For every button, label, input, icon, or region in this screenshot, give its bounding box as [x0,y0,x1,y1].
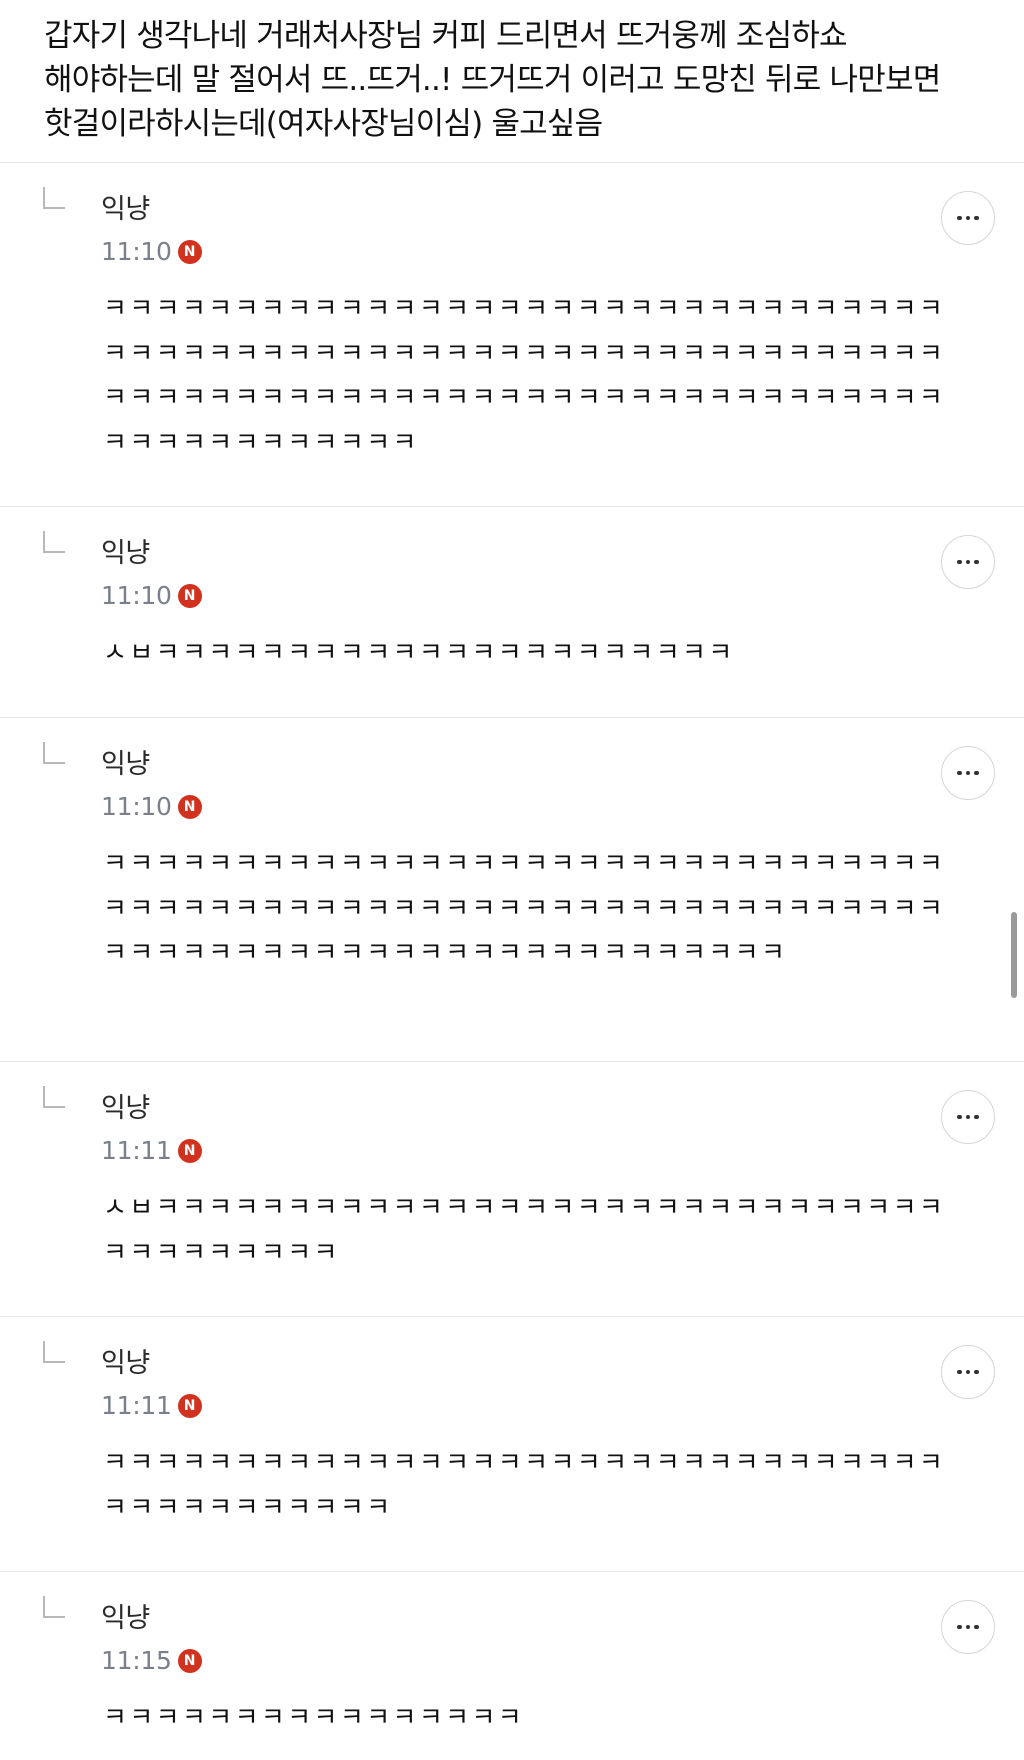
comment-author: 익냥 [101,749,150,780]
comment-author: 익냥 [101,1348,150,1379]
comment-time: 11:15 [101,1646,172,1675]
comment-meta: 11:11 N [101,1391,202,1421]
reply-arrow-icon [43,742,65,764]
comment-meta: 11:11 N [101,1136,202,1166]
comment-list: 익냥 11:10 N ㅋㅋㅋㅋㅋㅋㅋㅋㅋㅋㅋㅋㅋㅋㅋㅋㅋㅋㅋㅋㅋㅋㅋㅋㅋㅋㅋㅋㅋ… [0,163,1024,1760]
new-badge-icon: N [177,240,202,264]
more-horizontal-icon [957,559,979,565]
reply-arrow-icon [43,1341,65,1363]
comment-text: ㅋㅋㅋㅋㅋㅋㅋㅋㅋㅋㅋㅋㅋㅋㅋㅋㅋㅋㅋㅋㅋㅋㅋㅋㅋㅋㅋㅋㅋㅋㅋㅋㅋㅋㅋㅋㅋㅋㅋㅋ… [103,294,946,458]
new-badge-icon: N [177,1649,202,1673]
reply-arrow-icon [43,1596,65,1618]
reply-arrow-icon [43,531,65,553]
comment-text: ㅅㅂㅋㅋㅋㅋㅋㅋㅋㅋㅋㅋㅋㅋㅋㅋㅋㅋㅋㅋㅋㅋㅋㅋㅋㅋㅋㅋㅋㅋㅋㅋㅋㅋㅋㅋㅋㅋㅋㅋ… [103,1193,946,1268]
comment-text: ㅋㅋㅋㅋㅋㅋㅋㅋㅋㅋㅋㅋㅋㅋㅋㅋㅋㅋㅋㅋㅋㅋㅋㅋㅋㅋㅋㅋㅋㅋㅋㅋㅋㅋㅋㅋㅋㅋㅋㅋ… [103,1448,946,1523]
reply-arrow-icon [43,1086,65,1108]
new-badge-icon: N [177,1394,202,1418]
comment-item: 익냥 11:11 N ㅅㅂㅋㅋㅋㅋㅋㅋㅋㅋㅋㅋㅋㅋㅋㅋㅋㅋㅋㅋㅋㅋㅋㅋㅋㅋㅋㅋㅋ… [0,1062,1024,1317]
comment-text: ㅋㅋㅋㅋㅋㅋㅋㅋㅋㅋㅋㅋㅋㅋㅋㅋ [103,1703,525,1733]
more-horizontal-icon [957,770,979,776]
reply-arrow-icon [43,187,65,209]
comment-time: 11:10 [101,237,172,266]
comment-item: 익냥 11:10 N ㅋㅋㅋㅋㅋㅋㅋㅋㅋㅋㅋㅋㅋㅋㅋㅋㅋㅋㅋㅋㅋㅋㅋㅋㅋㅋㅋㅋㅋ… [0,718,1024,1062]
more-options-button[interactable] [941,535,995,589]
comment-author: 익냥 [101,1093,150,1124]
comment-time: 11:10 [101,581,172,610]
more-options-button[interactable] [941,1600,995,1654]
comment-meta: 11:15 N [101,1646,202,1676]
comment-meta: 11:10 N [101,792,202,822]
comment-time: 11:11 [101,1391,172,1420]
comment-time: 11:11 [101,1136,172,1165]
comment-author: 익냥 [101,1603,150,1634]
more-options-button[interactable] [941,1090,995,1144]
more-horizontal-icon [957,1624,979,1630]
comment-meta: 11:10 N [101,237,202,267]
comment-text: ㅅㅂㅋㅋㅋㅋㅋㅋㅋㅋㅋㅋㅋㅋㅋㅋㅋㅋㅋㅋㅋㅋㅋㅋ [103,638,735,668]
more-horizontal-icon [957,1369,979,1375]
more-horizontal-icon [957,215,979,221]
comment-meta: 11:10 N [101,581,202,611]
comment-item: 익냥 11:10 N ㅋㅋㅋㅋㅋㅋㅋㅋㅋㅋㅋㅋㅋㅋㅋㅋㅋㅋㅋㅋㅋㅋㅋㅋㅋㅋㅋㅋㅋ… [0,163,1024,507]
more-options-button[interactable] [941,191,995,245]
comment-author: 익냥 [101,194,150,225]
post-text: 갑자기 생각나네 거래처사장님 커피 드리면서 뜨거웅께 조심하쇼 해야하는데 … [44,18,941,142]
comment-author: 익냥 [101,538,150,569]
comment-text: ㅋㅋㅋㅋㅋㅋㅋㅋㅋㅋㅋㅋㅋㅋㅋㅋㅋㅋㅋㅋㅋㅋㅋㅋㅋㅋㅋㅋㅋㅋㅋㅋㅋㅋㅋㅋㅋㅋㅋㅋ… [103,849,946,968]
post-body: 갑자기 생각나네 거래처사장님 커피 드리면서 뜨거웅께 조심하쇼 해야하는데 … [0,0,1024,163]
scrollbar[interactable] [1011,912,1017,998]
comment-item: 익냥 11:10 N ㅅㅂㅋㅋㅋㅋㅋㅋㅋㅋㅋㅋㅋㅋㅋㅋㅋㅋㅋㅋㅋㅋㅋㅋ [0,507,1024,718]
new-badge-icon: N [177,795,202,819]
more-options-button[interactable] [941,1345,995,1399]
new-badge-icon: N [177,1139,202,1163]
more-options-button[interactable] [941,746,995,800]
comment-item: 익냥 11:15 N ㅋㅋㅋㅋㅋㅋㅋㅋㅋㅋㅋㅋㅋㅋㅋㅋ [0,1572,1024,1760]
comment-time: 11:10 [101,792,172,821]
more-horizontal-icon [957,1114,979,1120]
new-badge-icon: N [177,584,202,608]
comment-item: 익냥 11:11 N ㅋㅋㅋㅋㅋㅋㅋㅋㅋㅋㅋㅋㅋㅋㅋㅋㅋㅋㅋㅋㅋㅋㅋㅋㅋㅋㅋㅋㅋ… [0,1317,1024,1572]
